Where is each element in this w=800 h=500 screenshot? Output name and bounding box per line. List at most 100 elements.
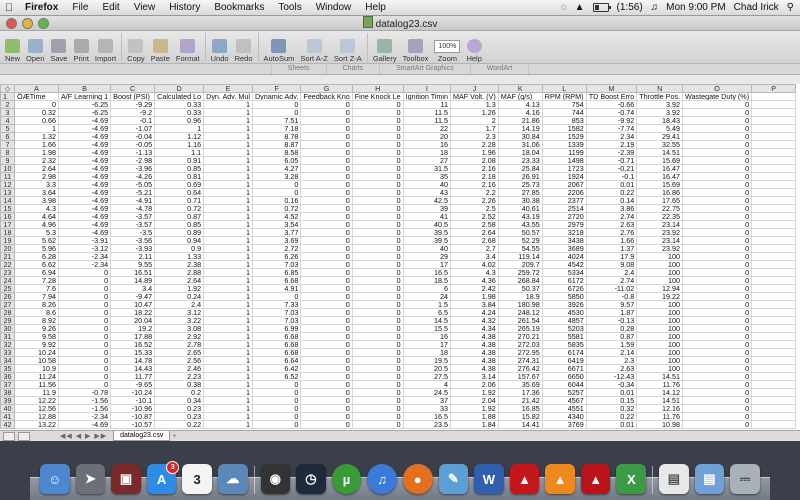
table-cell[interactable]: 0 xyxy=(682,148,753,157)
table-cell[interactable] xyxy=(751,316,797,325)
table-cell[interactable]: 2206 xyxy=(541,188,587,197)
table-cell[interactable]: 0 xyxy=(300,356,353,365)
table-cell[interactable]: 6.26 xyxy=(251,252,302,261)
table-cell[interactable]: 11.76 xyxy=(636,412,684,421)
table-cell[interactable]: 20.5 xyxy=(402,364,452,373)
table-cell[interactable]: 5.62 xyxy=(14,236,59,245)
row-header[interactable]: 42 xyxy=(0,420,15,429)
table-cell[interactable]: 100 xyxy=(636,340,684,349)
table-cell[interactable]: 17 xyxy=(402,340,452,349)
table-cell[interactable]: 23.14 xyxy=(636,236,684,245)
table-cell[interactable]: 0 xyxy=(351,260,404,269)
table-cell[interactable]: 100 xyxy=(636,260,684,269)
table-cell[interactable]: 2.74 xyxy=(585,276,638,285)
menu-app-name[interactable]: Firefox xyxy=(18,2,65,13)
table-cell[interactable]: 8.87 xyxy=(251,140,302,149)
table-cell[interactable]: 0 xyxy=(682,316,753,325)
table-cell[interactable]: 0 xyxy=(682,140,753,149)
table-cell[interactable]: 0.72 xyxy=(154,204,205,213)
table-cell[interactable]: -0.78 xyxy=(57,388,112,397)
table-cell[interactable]: 0.81 xyxy=(154,172,205,181)
table-cell[interactable]: 100 xyxy=(636,332,684,341)
table-cell[interactable]: 1.96 xyxy=(450,148,499,157)
table-cell[interactable]: 4.38 xyxy=(450,364,499,373)
table-cell[interactable]: 3926 xyxy=(541,300,587,309)
table-cell[interactable]: 0 xyxy=(57,380,112,389)
calendar-icon[interactable]: 3 xyxy=(182,464,212,494)
table-cell[interactable]: 0 xyxy=(57,356,112,365)
table-cell[interactable]: 100 xyxy=(636,316,684,325)
document-stack-icon[interactable]: ▤ xyxy=(659,464,689,494)
volume-icon[interactable]: ♫ xyxy=(651,2,659,13)
table-cell[interactable]: 0 xyxy=(682,164,753,173)
table-cell[interactable]: 9.58 xyxy=(14,332,59,341)
table-cell[interactable]: 1 xyxy=(203,156,253,165)
table-cell[interactable]: 0.01 xyxy=(585,180,638,189)
table-cell[interactable]: 0 xyxy=(682,340,753,349)
table-cell[interactable]: 0.66 xyxy=(14,116,59,125)
row-header[interactable]: 37 xyxy=(0,380,15,389)
table-cell[interactable] xyxy=(751,108,797,117)
table-cell[interactable]: 272.03 xyxy=(497,340,543,349)
table-cell[interactable]: 50.37 xyxy=(497,284,543,293)
table-cell[interactable]: 1 xyxy=(203,212,253,221)
table-cell[interactable]: 6.68 xyxy=(251,348,302,357)
row-header[interactable]: 9 xyxy=(0,156,15,165)
table-cell[interactable]: 1199 xyxy=(541,148,587,157)
row-header[interactable]: 7 xyxy=(0,140,15,149)
table-cell[interactable]: 0 xyxy=(300,132,353,141)
table-cell[interactable]: -4.69 xyxy=(57,140,112,149)
table-cell[interactable] xyxy=(751,132,797,141)
table-cell[interactable]: 1 xyxy=(203,276,253,285)
table-cell[interactable]: 2.3 xyxy=(585,356,638,365)
table-cell[interactable]: 4.38 xyxy=(450,332,499,341)
row-header[interactable]: 12 xyxy=(0,180,15,189)
table-cell[interactable]: 272.95 xyxy=(497,348,543,357)
table-cell[interactable]: 1 xyxy=(203,244,253,253)
header-cell[interactable]: Calculated Lo xyxy=(154,92,205,101)
table-cell[interactable]: 23.92 xyxy=(636,244,684,253)
table-cell[interactable]: 0 xyxy=(682,212,753,221)
table-cell[interactable]: 16.51 xyxy=(110,268,156,277)
table-cell[interactable]: 0 xyxy=(300,156,353,165)
table-cell[interactable]: 14.78 xyxy=(110,356,156,365)
row-header[interactable]: 27 xyxy=(0,300,15,309)
table-cell[interactable]: 0 xyxy=(300,412,353,421)
table-cell[interactable]: 0 xyxy=(351,156,404,165)
table-cell[interactable]: 2.16 xyxy=(450,180,499,189)
table-cell[interactable]: 39.5 xyxy=(402,228,452,237)
table-cell[interactable]: 1 xyxy=(203,236,253,245)
table-cell[interactable]: 270.21 xyxy=(497,332,543,341)
menu-help[interactable]: Help xyxy=(358,2,393,13)
table-cell[interactable]: 0 xyxy=(300,188,353,197)
table-cell[interactable]: 268.84 xyxy=(497,276,543,285)
table-cell[interactable]: 1 xyxy=(203,252,253,261)
table-cell[interactable]: 0 xyxy=(57,276,112,285)
table-cell[interactable]: 248.12 xyxy=(497,308,543,317)
table-cell[interactable]: 23.5 xyxy=(402,420,452,429)
table-cell[interactable]: 0 xyxy=(351,420,404,429)
table-cell[interactable]: 0 xyxy=(351,212,404,221)
table-cell[interactable]: 1 xyxy=(203,316,253,325)
header-cell[interactable]: Wastegate Duty (%) xyxy=(682,92,753,101)
table-cell[interactable]: 0 xyxy=(300,276,353,285)
row-header[interactable]: 30 xyxy=(0,324,15,333)
table-cell[interactable]: 15.33 xyxy=(110,348,156,357)
table-cell[interactable]: 19.5 xyxy=(402,356,452,365)
table-cell[interactable]: 2.2 xyxy=(450,188,499,197)
table-cell[interactable]: 0 xyxy=(682,284,753,293)
table-cell[interactable]: 8.6 xyxy=(14,308,59,317)
table-cell[interactable]: 0 xyxy=(682,324,753,333)
menu-edit[interactable]: Edit xyxy=(95,2,126,13)
table-cell[interactable]: 14.43 xyxy=(110,364,156,373)
table-cell[interactable]: 18.22 xyxy=(110,308,156,317)
header-cell[interactable]: Boost (PSI) xyxy=(110,92,156,101)
table-cell[interactable]: 1.12 xyxy=(154,132,205,141)
table-cell[interactable]: 3218 xyxy=(541,228,587,237)
table-cell[interactable]: 2 xyxy=(450,116,499,125)
table-cell[interactable]: 2.72 xyxy=(251,244,302,253)
row-header[interactable]: 14 xyxy=(0,196,15,205)
table-cell[interactable]: 41 xyxy=(402,212,452,221)
table-cell[interactable]: 17 xyxy=(402,260,452,269)
table-cell[interactable]: 0 xyxy=(300,228,353,237)
